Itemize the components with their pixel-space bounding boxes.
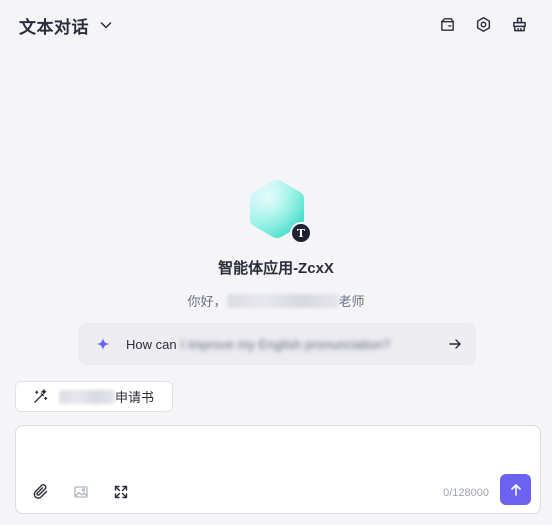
suggested-prompt[interactable]: How can I improve my English pronunciati… <box>78 323 476 365</box>
greeting-prefix: 你好， <box>187 294 227 309</box>
redacted-username <box>226 293 339 308</box>
suggested-prompt-text: How can I improve my English pronunciati… <box>126 337 448 352</box>
header-toolbar <box>438 13 528 35</box>
redacted-chip-text <box>59 389 115 404</box>
image-upload-button[interactable] <box>72 483 90 501</box>
mode-selector[interactable]: 文本对话 <box>19 13 113 37</box>
suggested-prompt-blurred: I improve my English pronunciation? <box>180 336 391 352</box>
agent-name: 智能体应用-ZcxX <box>218 260 334 277</box>
agent-type-badge: T <box>290 222 312 244</box>
character-counter: 0/128000 <box>443 487 489 499</box>
chat-page: 文本对话 T 智能体应用-ZcxX 你好， 老师 How can I impro… <box>0 0 552 525</box>
sparkle-icon <box>96 337 110 351</box>
arrow-up-icon <box>510 483 521 496</box>
paperclip-icon <box>33 484 48 499</box>
composer-tools <box>32 483 130 501</box>
message-input[interactable] <box>28 434 528 474</box>
wallet-icon <box>440 17 454 31</box>
settings-button[interactable] <box>474 13 492 35</box>
expand-button[interactable] <box>112 483 130 501</box>
attach-button[interactable] <box>32 483 50 501</box>
quick-action-label: 申请书 <box>59 387 154 406</box>
greeting-suffix: 老师 <box>338 294 365 309</box>
quick-action-suffix: 申请书 <box>115 390 155 405</box>
image-icon <box>74 486 88 498</box>
greeting: 你好， 老师 <box>0 291 552 310</box>
quick-action-chip[interactable]: 申请书 <box>15 381 173 412</box>
suggested-prompt-visible: How can <box>126 336 177 352</box>
expand-icon <box>114 485 128 499</box>
chevron-down-icon <box>100 22 112 29</box>
magic-wand-icon <box>34 389 48 403</box>
settings-icon <box>476 16 490 32</box>
message-composer: 0/128000 <box>15 425 541 514</box>
clean-button[interactable] <box>510 13 528 35</box>
page-title: 文本对话 <box>19 17 89 37</box>
send-button[interactable] <box>500 474 531 505</box>
wallet-button[interactable] <box>438 13 456 35</box>
clean-icon <box>512 17 526 31</box>
arrow-right-icon <box>449 339 461 349</box>
agent-avatar: T <box>247 178 312 244</box>
